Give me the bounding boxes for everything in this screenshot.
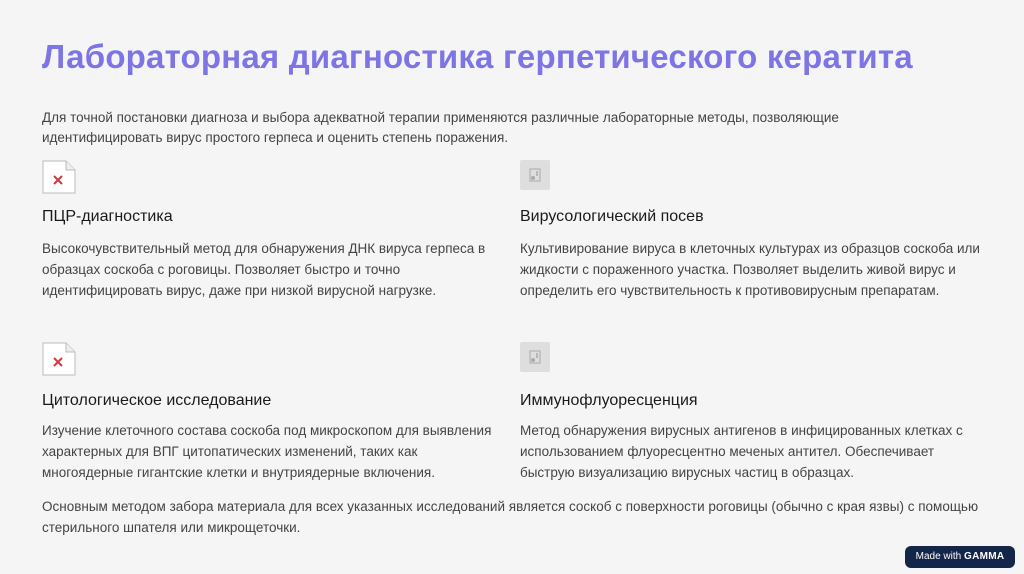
card-heading: Вирусологический посев [520,208,704,225]
footer-note: Основным методом забора материала для вс… [42,499,979,535]
page-title: Лабораторная диагностика герпетического … [42,38,913,75]
card-text: Изучение клеточного состава соскоба под … [42,423,492,480]
card-text: Культивирование вируса в клеточных культ… [520,241,980,298]
card-text: Метод обнаружения вирусных антигенов в и… [520,423,963,480]
card-heading: Цитологическое исследование [42,392,272,409]
card-heading: Иммунофлуоресценция [520,392,698,409]
badge-brand: GAMMA [963,551,1005,562]
card-heading: ПЦР-диагностика [42,208,173,225]
broken-image-icon [42,160,76,194]
badge-prefix: Made with [915,551,962,562]
image-placeholder-icon [520,160,550,190]
card-text: Высокочувствительный метод для обнаружен… [42,241,486,298]
image-placeholder-icon [520,342,550,372]
broken-image-icon [42,342,76,376]
made-with-gamma-badge[interactable]: Made with GAMMA [905,546,1015,568]
intro-text: Для точной постановки диагноза и выбора … [42,110,839,145]
